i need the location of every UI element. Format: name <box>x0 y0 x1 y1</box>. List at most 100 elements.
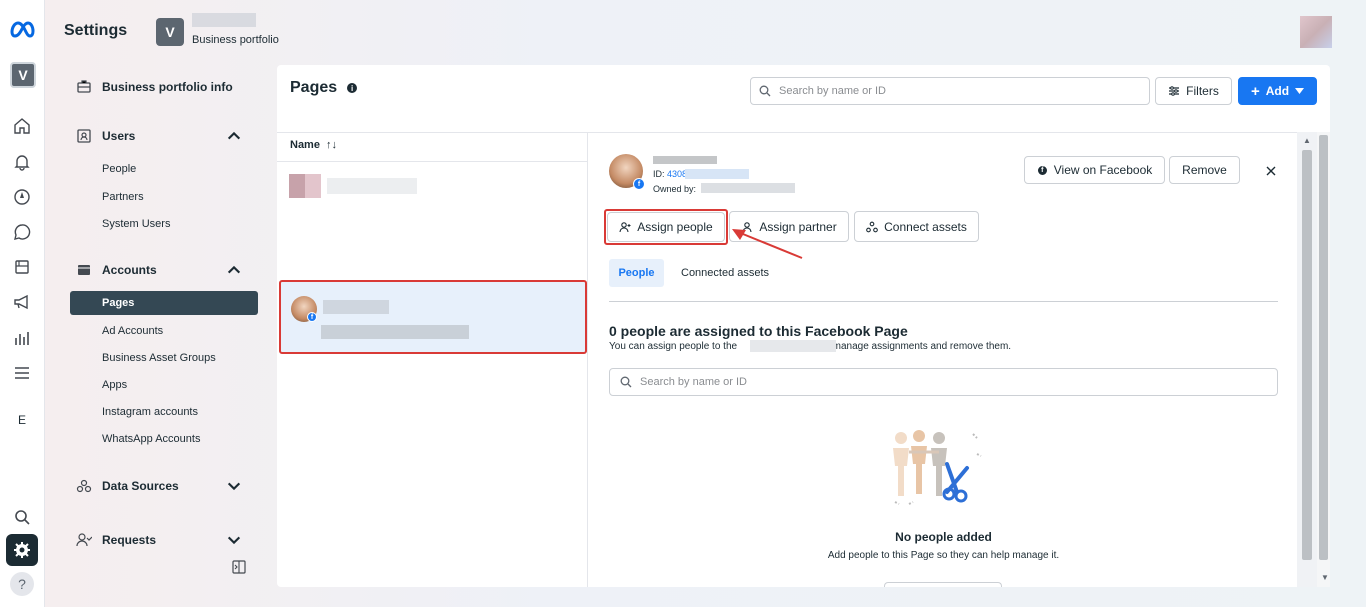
assign-partner-button[interactable]: Assign partner <box>729 211 849 242</box>
rail-letter[interactable]: E <box>18 413 26 427</box>
nav-accounts-label: Accounts <box>102 263 157 277</box>
filters-icon <box>1169 86 1180 96</box>
description-prefix: You can assign people to the <box>609 341 738 352</box>
assign-partner-label: Assign partner <box>759 219 837 234</box>
nav-item-apps[interactable]: Apps <box>102 379 127 391</box>
insights-chart-icon[interactable] <box>12 328 32 348</box>
nav-users-label: Users <box>102 129 136 143</box>
empty-state-add-button[interactable] <box>884 582 1002 587</box>
chevron-up-icon[interactable] <box>226 128 242 144</box>
nav-item-partners[interactable]: Partners <box>102 191 144 203</box>
pages-search-placeholder: Search by name or ID <box>779 85 886 97</box>
content-icon[interactable] <box>12 257 32 277</box>
detail-scrollbar-thumb[interactable] <box>1302 150 1312 560</box>
pages-title: Pages i <box>290 79 358 97</box>
remove-label: Remove <box>1182 163 1227 177</box>
user-avatar[interactable] <box>1300 16 1332 48</box>
home-icon[interactable] <box>12 116 32 136</box>
compass-icon[interactable] <box>12 187 32 207</box>
scroll-up-icon[interactable]: ▲ <box>1302 136 1312 146</box>
partner-icon <box>742 221 752 232</box>
nav-data-sources-label: Data Sources <box>102 479 179 493</box>
pages-card: Pages i Search by name or ID Filters + A… <box>277 65 1330 587</box>
page-title: Settings <box>64 22 128 39</box>
pages-list: Name ↑↓ f <box>277 132 588 587</box>
connect-assets-button[interactable]: Connect assets <box>854 211 979 242</box>
page-thumbnail[interactable] <box>289 174 321 198</box>
requests-icon <box>76 533 92 547</box>
portfolio-name-redacted[interactable] <box>192 13 256 27</box>
name-column-header[interactable]: Name ↑↓ <box>290 139 337 151</box>
tab-people[interactable]: People <box>609 259 664 287</box>
settings-gear-icon[interactable] <box>6 534 38 566</box>
owner-redacted <box>701 183 795 193</box>
nav-item-whatsapp-accounts[interactable]: WhatsApp Accounts <box>102 433 200 445</box>
nav-item-business-asset-groups[interactable]: Business Asset Groups <box>102 352 216 364</box>
highlight-box <box>604 209 728 245</box>
nav-users[interactable]: Users <box>76 128 242 144</box>
portfolio-subtitle: Business portfolio <box>192 34 279 46</box>
tabs-divider <box>609 301 1278 302</box>
page-name-redacted[interactable] <box>327 178 417 194</box>
description-suffix: , manage assignments and remove them. <box>827 341 1012 352</box>
nav-requests-label: Requests <box>102 533 157 547</box>
pages-search-input[interactable]: Search by name or ID <box>750 77 1150 105</box>
view-on-facebook-button[interactable]: f View on Facebook <box>1024 156 1165 184</box>
ads-megaphone-icon[interactable] <box>12 292 32 312</box>
page-name-redacted <box>750 340 836 352</box>
nav-business-portfolio-info[interactable]: Business portfolio info <box>76 79 246 95</box>
chevron-down-icon[interactable] <box>226 532 242 548</box>
nav-requests[interactable]: Requests <box>76 532 242 548</box>
nav-item-pages[interactable]: Pages <box>70 291 258 315</box>
messages-icon[interactable] <box>12 222 32 242</box>
nav-accounts[interactable]: Accounts <box>76 262 242 278</box>
users-icon <box>77 129 91 143</box>
sort-icon[interactable]: ↑↓ <box>326 139 337 151</box>
no-people-illustration-icon <box>893 430 982 505</box>
nav-item-system-users[interactable]: System Users <box>102 218 170 230</box>
page-name-redacted[interactable] <box>323 300 389 314</box>
left-rail: V E ? <box>0 0 45 607</box>
people-search-input[interactable]: Search by name or ID <box>609 368 1278 396</box>
menu-icon[interactable] <box>12 363 32 383</box>
empty-state-title: No people added <box>895 530 992 544</box>
people-search-placeholder: Search by name or ID <box>640 376 747 388</box>
plus-icon: + <box>1250 82 1260 100</box>
info-icon[interactable]: i <box>347 83 358 93</box>
nav-data-sources[interactable]: Data Sources <box>76 478 242 494</box>
tab-connected-assets[interactable]: Connected assets <box>681 259 769 287</box>
portfolio-avatar[interactable]: V <box>10 62 36 88</box>
pages-title-text: Pages <box>290 79 338 96</box>
data-sources-icon <box>76 479 92 493</box>
nav-item-people[interactable]: People <box>102 163 136 175</box>
selected-page-row[interactable] <box>279 280 587 354</box>
connect-icon <box>866 221 878 232</box>
page-detail-panel: f ID: 4308 Owned by: f View on Facebook … <box>589 132 1317 587</box>
filters-button[interactable]: Filters <box>1155 77 1232 105</box>
notifications-icon[interactable] <box>12 152 32 172</box>
nav-item-instagram-accounts[interactable]: Instagram accounts <box>102 406 198 418</box>
add-button[interactable]: + Add <box>1238 77 1317 105</box>
chevron-down-icon[interactable] <box>226 478 242 494</box>
page-id: ID: 4308 <box>653 169 687 179</box>
page-id-redacted <box>685 169 749 179</box>
card-scrollbar-thumb[interactable] <box>1319 135 1328 560</box>
page-detail-name-redacted <box>653 156 717 164</box>
remove-button[interactable]: Remove <box>1169 156 1240 184</box>
close-icon[interactable] <box>1264 164 1278 178</box>
column-divider <box>277 161 588 162</box>
portfolio-switcher-avatar[interactable]: V <box>156 18 184 46</box>
nav-item-ad-accounts[interactable]: Ad Accounts <box>102 325 163 337</box>
facebook-badge-icon: f <box>307 312 317 322</box>
collapse-sidebar-icon[interactable] <box>232 560 246 574</box>
chevron-up-icon[interactable] <box>226 262 242 278</box>
scroll-down-icon[interactable]: ▼ <box>1320 573 1330 583</box>
briefcase-icon <box>77 80 91 93</box>
search-icon[interactable] <box>12 507 32 527</box>
nav-business-portfolio-info-label: Business portfolio info <box>102 80 233 94</box>
facebook-icon: f <box>1036 164 1048 176</box>
assigned-people-heading: 0 people are assigned to this Facebook P… <box>609 323 908 339</box>
meta-logo-icon[interactable] <box>9 18 37 40</box>
owned-by-label: Owned by: <box>653 184 697 194</box>
help-icon[interactable]: ? <box>10 572 34 596</box>
